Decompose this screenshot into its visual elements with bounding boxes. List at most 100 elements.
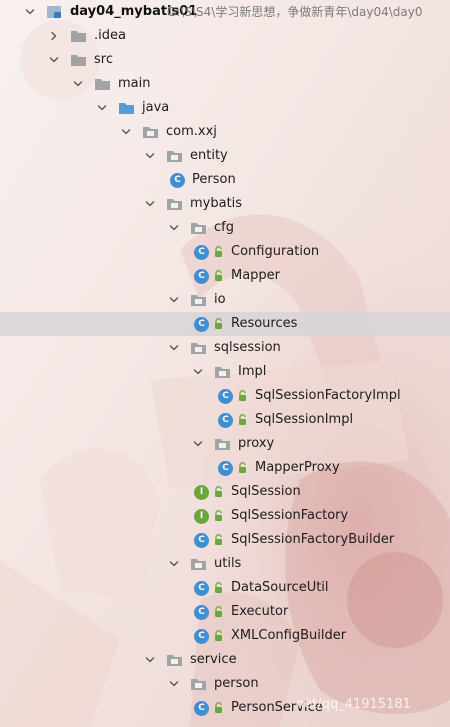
- tree-item-label: SqlSessionImpl: [255, 412, 354, 427]
- chevron-down-icon[interactable]: [166, 336, 182, 360]
- package-icon: [166, 192, 184, 216]
- chevron-down-icon[interactable]: [166, 216, 182, 240]
- tree-item-label: Mapper: [231, 268, 281, 283]
- class-icon: C: [194, 312, 210, 336]
- interface-icon: I: [194, 480, 210, 504]
- class-icon: C: [194, 576, 210, 600]
- tree-item-label: java: [142, 100, 170, 115]
- tree-item-cfg[interactable]: cfg: [0, 216, 450, 240]
- tree-item-label: MapperProxy: [255, 460, 340, 475]
- tree-item-label: entity: [190, 148, 228, 163]
- interface-icon: I: [194, 504, 210, 528]
- tree-item-sqlsessionfactoryimpl[interactable]: C SqlSessionFactoryImpl: [0, 384, 450, 408]
- tree-item--idea[interactable]: .idea: [0, 24, 450, 48]
- tree-item-executor[interactable]: C Executor: [0, 600, 450, 624]
- tree-item-resources[interactable]: C Resources: [0, 312, 450, 336]
- project-tree[interactable]: day04_mybatis01 G:\S\S4\学习新思想，争做新青年\day04…: [0, 0, 450, 727]
- class-icon: C: [194, 696, 210, 720]
- lock-icon: [214, 504, 223, 528]
- class-icon: C: [194, 264, 210, 288]
- tree-item-label: Person: [192, 172, 236, 187]
- tree-item-label: proxy: [238, 436, 275, 451]
- tree-item-label: XMLConfigBuilder: [231, 628, 347, 643]
- chevron-down-icon[interactable]: [166, 672, 182, 696]
- tree-item-main[interactable]: main: [0, 72, 450, 96]
- tree-item-service[interactable]: service: [0, 648, 450, 672]
- watermark-text: net/qq_41915181: [296, 697, 411, 712]
- package-icon: [190, 216, 208, 240]
- package-icon: [166, 144, 184, 168]
- chevron-down-icon[interactable]: [142, 648, 158, 672]
- folder-icon: [70, 24, 88, 48]
- tree-item-label: SqlSessionFactoryBuilder: [231, 532, 395, 547]
- tree-item-proxy[interactable]: proxy: [0, 432, 450, 456]
- tree-item-java[interactable]: java: [0, 96, 450, 120]
- tree-item-day04-mybatis01[interactable]: day04_mybatis01 G:\S\S4\学习新思想，争做新青年\day04…: [0, 0, 450, 24]
- tree-item-entity[interactable]: entity: [0, 144, 450, 168]
- tree-item-utils[interactable]: utils: [0, 552, 450, 576]
- tree-item-sqlsessionimpl[interactable]: C SqlSessionImpl: [0, 408, 450, 432]
- tree-item-sqlsession[interactable]: I SqlSession: [0, 480, 450, 504]
- class-icon: C: [194, 240, 210, 264]
- tree-item-impl[interactable]: Impl: [0, 360, 450, 384]
- tree-item-datasourceutil[interactable]: C DataSourceUtil: [0, 576, 450, 600]
- tree-item-src[interactable]: src: [0, 48, 450, 72]
- lock-icon: [214, 240, 223, 264]
- package-icon: [142, 120, 160, 144]
- tree-item-label: SqlSession: [231, 484, 301, 499]
- tree-item-com-xxj[interactable]: com.xxj: [0, 120, 450, 144]
- tree-item-label: sqlsession: [214, 340, 281, 355]
- chevron-down-icon[interactable]: [142, 192, 158, 216]
- tree-item-label: com.xxj: [166, 124, 217, 139]
- chevron-down-icon[interactable]: [118, 120, 134, 144]
- lock-icon: [214, 624, 223, 648]
- package-icon: [190, 288, 208, 312]
- package-icon: [166, 648, 184, 672]
- tree-item-label: io: [214, 292, 226, 307]
- package-icon: [214, 432, 232, 456]
- chevron-down-icon[interactable]: [190, 360, 206, 384]
- lock-icon: [238, 408, 247, 432]
- chevron-down-icon[interactable]: [94, 96, 110, 120]
- chevron-down-icon[interactable]: [22, 0, 38, 24]
- chevron-down-icon[interactable]: [166, 552, 182, 576]
- tree-item-sqlsessionfactorybuilder[interactable]: C SqlSessionFactoryBuilder: [0, 528, 450, 552]
- tree-item-label: utils: [214, 556, 242, 571]
- chevron-down-icon[interactable]: [46, 48, 62, 72]
- tree-item-mybatis[interactable]: mybatis: [0, 192, 450, 216]
- chevron-down-icon[interactable]: [142, 144, 158, 168]
- chevron-down-icon[interactable]: [70, 72, 86, 96]
- tree-item-label: SqlSessionFactoryImpl: [255, 388, 401, 403]
- class-icon: C: [218, 384, 234, 408]
- tree-item-label: src: [94, 52, 113, 67]
- tree-item-label: main: [118, 76, 151, 91]
- lock-icon: [214, 312, 223, 336]
- package-icon: [214, 360, 232, 384]
- package-icon: [190, 552, 208, 576]
- tree-item-label: DataSourceUtil: [231, 580, 329, 595]
- tree-item-sqlsession[interactable]: sqlsession: [0, 336, 450, 360]
- folder-icon: [70, 48, 88, 72]
- tree-item-label: Executor: [231, 604, 289, 619]
- tree-item-label: .idea: [94, 28, 126, 43]
- chevron-down-icon[interactable]: [190, 432, 206, 456]
- tree-item-mapperproxy[interactable]: C MapperProxy: [0, 456, 450, 480]
- tree-item-mapper[interactable]: C Mapper: [0, 264, 450, 288]
- tree-item-person[interactable]: person: [0, 672, 450, 696]
- tree-item-label: cfg: [214, 220, 234, 235]
- tree-item-io[interactable]: io: [0, 288, 450, 312]
- tree-item-label: Resources: [231, 316, 298, 331]
- tree-item-label: SqlSessionFactory: [231, 508, 349, 523]
- tree-item-xmlconfigbuilder[interactable]: C XMLConfigBuilder: [0, 624, 450, 648]
- class-icon: C: [194, 528, 210, 552]
- folder-icon: [94, 72, 112, 96]
- chevron-down-icon[interactable]: [166, 288, 182, 312]
- class-icon: C: [170, 168, 186, 192]
- project-path: G:\S\S4\学习新思想，争做新青年\day04\day0: [167, 5, 423, 19]
- tree-item-label: Configuration: [231, 244, 320, 259]
- tree-item-sqlsessionfactory[interactable]: I SqlSessionFactory: [0, 504, 450, 528]
- tree-item-configuration[interactable]: C Configuration: [0, 240, 450, 264]
- chevron-right-icon[interactable]: [46, 24, 62, 48]
- tree-item-person[interactable]: C Person: [0, 168, 450, 192]
- class-icon: C: [218, 408, 234, 432]
